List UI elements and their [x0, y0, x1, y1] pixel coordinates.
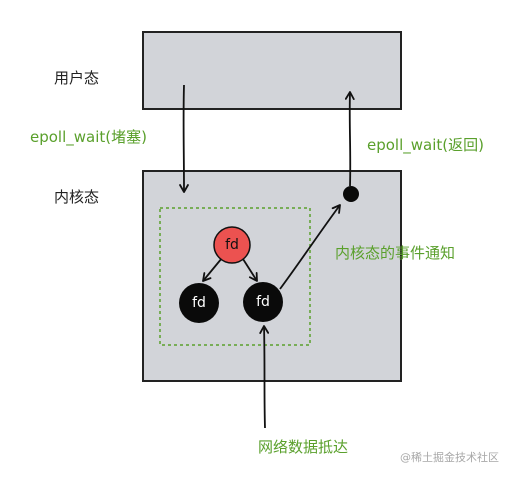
- user-space-label: 用户态: [54, 69, 100, 87]
- kernel-space-box: [142, 170, 402, 382]
- epoll-wait-return-arrow: [344, 91, 355, 187]
- user-space-box: [142, 31, 402, 110]
- event-notification-dot: [343, 186, 359, 202]
- kernel-space-label: 内核态: [54, 188, 100, 206]
- fd-node-left-label: fd: [192, 295, 206, 311]
- watermark: @稀土掘金技术社区: [400, 451, 499, 464]
- fd-node-right: fd: [243, 282, 283, 322]
- fd-node-root: fd: [213, 226, 251, 264]
- fd-node-root-label: fd: [225, 237, 239, 253]
- epoll-wait-return-label: epoll_wait(返回): [367, 136, 484, 154]
- fd-node-left: fd: [179, 283, 219, 323]
- network-data-arrive-label: 网络数据抵达: [258, 438, 349, 456]
- network-data-arrow: [259, 325, 270, 429]
- fd-node-right-label: fd: [256, 294, 270, 310]
- kernel-event-notify-label: 内核态的事件通知: [335, 244, 456, 262]
- epoll-wait-block-label: epoll_wait(堵塞): [30, 128, 147, 146]
